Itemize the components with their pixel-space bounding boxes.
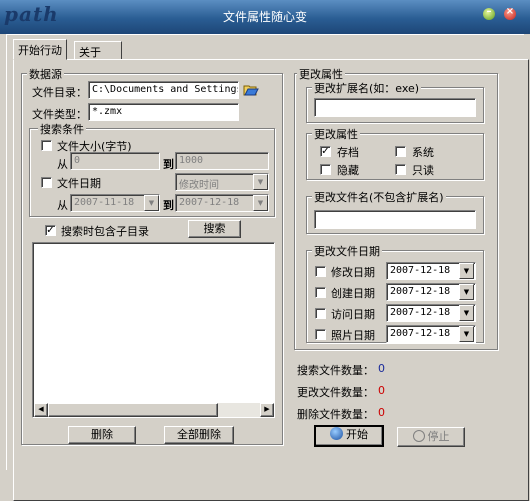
subdir-label: 搜索时包含子目录	[61, 225, 149, 238]
chevron-down-icon[interactable]: ▼	[253, 174, 268, 190]
stop-icon	[412, 430, 425, 442]
minimize-icon[interactable]: –	[483, 6, 495, 20]
date-to-label: 到	[163, 199, 174, 212]
photo-date-checkbox[interactable]	[315, 329, 326, 340]
type-input[interactable]: *.zmx	[88, 103, 239, 121]
archive-checkbox[interactable]: ✓	[320, 146, 331, 157]
scroll-thumb[interactable]	[48, 403, 218, 417]
date-label: 文件日期	[57, 177, 101, 190]
delete-count-value: 0	[378, 406, 385, 419]
chevron-down-icon[interactable]: ▼	[459, 284, 474, 300]
system-checkbox[interactable]	[395, 146, 406, 157]
size-to-input[interactable]: 1000	[175, 152, 269, 170]
ext-input[interactable]	[314, 98, 476, 117]
size-from-label: 从	[57, 158, 68, 171]
readonly-label: 只读	[412, 164, 434, 177]
date-title: 更改文件日期	[312, 243, 382, 259]
archive-label: 存档	[337, 146, 359, 159]
window-title: 文件属性随心变	[222, 10, 307, 24]
modify-date-label: 修改日期	[331, 266, 375, 279]
type-label: 文件类型：	[32, 108, 87, 121]
system-label: 系统	[412, 146, 434, 159]
search-button[interactable]: 搜索	[188, 220, 241, 238]
start-icon	[330, 427, 343, 440]
date-checkbox[interactable]	[41, 177, 52, 188]
size-from-input[interactable]: 0	[70, 152, 160, 170]
delete-count-label: 删除文件数量：	[297, 408, 374, 421]
criteria-title: 搜索条件	[38, 121, 86, 137]
create-date-checkbox[interactable]	[315, 287, 326, 298]
photo-date-label: 照片日期	[331, 329, 375, 342]
hidden-label: 隐藏	[337, 164, 359, 177]
size-to-label: 到	[163, 158, 174, 171]
subdir-checkbox[interactable]: ✓	[45, 225, 56, 236]
tab-start[interactable]: 开始行动	[13, 39, 67, 60]
readonly-checkbox[interactable]	[395, 164, 406, 175]
hidden-checkbox[interactable]	[320, 164, 331, 175]
chevron-down-icon[interactable]: ▼	[459, 263, 474, 279]
search-count-value: 0	[378, 362, 385, 375]
chevron-down-icon[interactable]: ▼	[253, 195, 268, 211]
access-date-label: 访问日期	[331, 308, 375, 321]
name-input[interactable]	[314, 210, 476, 229]
file-list[interactable]	[32, 242, 275, 418]
search-count-label: 搜索文件数量：	[297, 364, 374, 377]
chevron-down-icon[interactable]: ▼	[144, 195, 159, 211]
modify-date-checkbox[interactable]	[315, 266, 326, 277]
chevron-down-icon[interactable]: ▼	[459, 326, 474, 342]
size-checkbox[interactable]	[41, 140, 52, 151]
stop-button[interactable]: 停止	[397, 427, 465, 447]
ext-title: 更改扩展名(如：exe)	[312, 80, 422, 96]
data-source-title: 数据源	[27, 66, 64, 82]
change-count-label: 更改文件数量：	[297, 386, 374, 399]
close-icon[interactable]: ×	[504, 6, 516, 20]
tab-about[interactable]: 关于	[74, 41, 122, 59]
dir-label: 文件目录：	[32, 86, 87, 99]
stop-label: 停止	[427, 430, 450, 443]
start-button[interactable]: 开始	[314, 425, 384, 447]
dir-input[interactable]: C:\Documents and Settings\	[88, 81, 239, 99]
folder-open-icon[interactable]	[243, 83, 259, 97]
chevron-down-icon[interactable]: ▼	[459, 305, 474, 321]
delete-button[interactable]: 删除	[68, 426, 136, 444]
name-title: 更改文件名(不包含扩展名)	[312, 189, 446, 205]
access-date-checkbox[interactable]	[315, 308, 326, 319]
change-count-value: 0	[378, 384, 385, 397]
delete-all-button[interactable]: 全部删除	[164, 426, 234, 444]
date-from-label: 从	[57, 199, 68, 212]
scroll-right-icon[interactable]: ▶	[260, 403, 274, 417]
attr-title: 更改属性	[312, 126, 360, 142]
start-label: 开始	[346, 428, 368, 441]
create-date-label: 创建日期	[331, 287, 375, 300]
scroll-left-icon[interactable]: ◀	[34, 403, 48, 417]
